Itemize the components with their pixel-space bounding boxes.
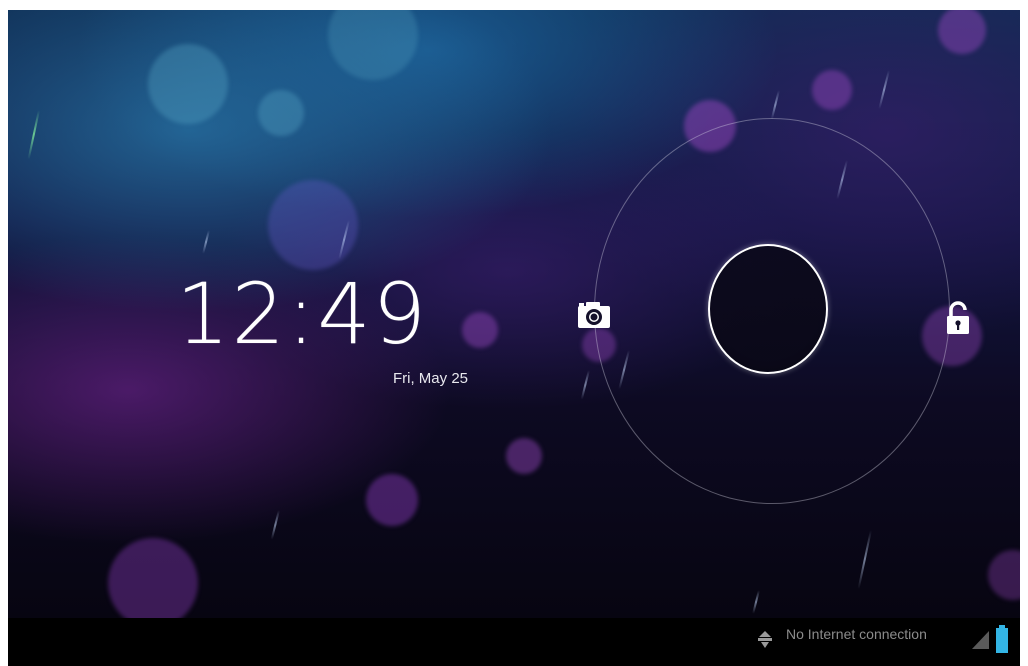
clock-minutes: 49: [317, 265, 429, 363]
camera-icon[interactable]: [574, 298, 612, 332]
bokeh-light: [268, 180, 358, 270]
bokeh-light: [148, 44, 228, 124]
rain-streak: [27, 110, 40, 160]
network-status-text: No Internet connection: [786, 626, 927, 642]
rain-streak: [202, 230, 210, 254]
unlock-handle[interactable]: [708, 244, 828, 374]
rain-streak: [770, 90, 780, 120]
rain-streak: [857, 530, 872, 590]
lockscreen-clock: 12:49: [176, 272, 466, 356]
bokeh-light: [366, 474, 418, 526]
clock-colon: :: [286, 265, 318, 363]
lockscreen-date: Fri, May 25: [392, 370, 468, 387]
rain-streak: [270, 510, 280, 540]
bokeh-light: [108, 538, 198, 618]
unlock-icon[interactable]: [944, 300, 974, 336]
bokeh-light: [812, 70, 852, 110]
bokeh-light: [328, 10, 418, 80]
rain-streak: [878, 70, 890, 110]
bokeh-light: [462, 312, 498, 348]
lockscreen: 12:49 Fri, May 25: [8, 10, 1020, 666]
clock-hours: 12: [176, 265, 287, 363]
android-notification-icon[interactable]: [756, 630, 774, 650]
signal-icon: [970, 628, 990, 650]
bokeh-light: [258, 90, 304, 136]
bokeh-light: [988, 550, 1020, 600]
bokeh-light: [938, 10, 986, 54]
rain-streak: [752, 590, 760, 614]
rain-streak: [580, 370, 590, 400]
bokeh-light: [506, 438, 542, 474]
battery-icon: [994, 624, 1010, 654]
